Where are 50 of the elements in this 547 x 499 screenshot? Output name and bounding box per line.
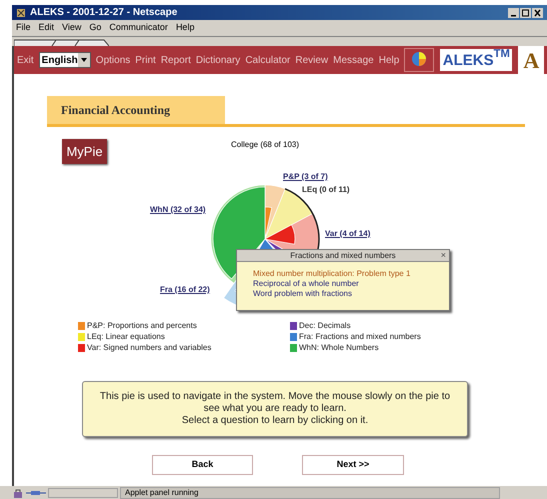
window-title: ALEKS - 2001-12-27 - Netscape xyxy=(30,6,178,20)
pie-label-link[interactable]: WhN (32 of 34) xyxy=(150,204,206,216)
chart-title: College (68 of 103) xyxy=(230,139,300,151)
menu-item[interactable]: File xyxy=(16,21,31,35)
language-select[interactable]: English xyxy=(38,52,91,68)
nav-link[interactable]: Options xyxy=(96,52,130,68)
info-text: This pie is used to navigate in the system. Move the mouse slowly on the pie to see what you are ready to learn. xyxy=(98,391,452,415)
close-button[interactable]: × xyxy=(440,251,446,260)
nav-link[interactable]: Dictionary xyxy=(196,52,240,68)
back-button[interactable]: Back xyxy=(152,455,253,475)
pie-label-link[interactable]: Var (4 of 14) xyxy=(325,228,370,240)
minimize-icon[interactable] xyxy=(508,8,519,18)
popup-title: Fractions and mixed numbers xyxy=(289,250,397,262)
course-tab[interactable]: Financial Accounting xyxy=(47,96,225,124)
question-link[interactable]: Word problem with fractions xyxy=(253,289,449,299)
legend-label: Fra: Fractions and mixed numbers xyxy=(299,331,421,343)
nav-link[interactable]: Print xyxy=(135,52,156,68)
pie-label-link[interactable]: P&P (3 of 7) xyxy=(283,171,328,183)
menu-item[interactable]: Edit xyxy=(38,21,54,35)
menu-item[interactable]: Help xyxy=(176,21,194,35)
pie-label-link[interactable]: Fra (16 of 22) xyxy=(160,284,210,296)
close-icon[interactable] xyxy=(532,8,543,18)
nav-link[interactable]: Calculator xyxy=(245,52,290,68)
menu-item[interactable]: Go xyxy=(89,21,102,35)
legend-label: Var: Signed numbers and variables xyxy=(87,342,212,354)
legend-label: P&P: Proportions and percents xyxy=(87,320,197,332)
letter-logo: A xyxy=(518,46,544,74)
legend-label: WhN: Whole Numbers xyxy=(299,342,379,354)
app-icon xyxy=(16,8,26,18)
menu-item[interactable]: Communicator xyxy=(109,21,168,35)
next-button[interactable]: Next >> xyxy=(302,455,404,475)
info-text: Select a question to learn by clicking on it. xyxy=(182,415,368,427)
menu-item[interactable]: View xyxy=(62,21,82,35)
mypie-badge[interactable]: MyPie xyxy=(62,139,107,164)
nav-link[interactable]: Message xyxy=(333,52,374,68)
question-link[interactable]: Reciprocal of a whole number xyxy=(253,279,449,289)
nav-link[interactable]: Help xyxy=(378,52,400,68)
status-panel xyxy=(48,488,118,498)
brand-logo: ALEKS$^{TM}$ xyxy=(440,49,512,71)
status-text: Applet panel running xyxy=(120,486,500,498)
pie-chart-icon[interactable] xyxy=(404,48,434,72)
pie-label: LEq (0 of 11) xyxy=(302,184,350,196)
maximize-icon[interactable] xyxy=(520,8,531,18)
legend-label: LEq: Linear equations xyxy=(87,331,165,343)
nav-link[interactable]: Review xyxy=(295,52,328,68)
question-link[interactable]: Mixed number multiplication: Problem type 1 xyxy=(253,269,449,279)
security-lock-icon[interactable] xyxy=(12,488,24,498)
nav-link[interactable]: Exit xyxy=(17,52,34,68)
legend-label: Dec: Decimals xyxy=(299,320,351,332)
nav-link[interactable]: Report xyxy=(160,52,191,68)
